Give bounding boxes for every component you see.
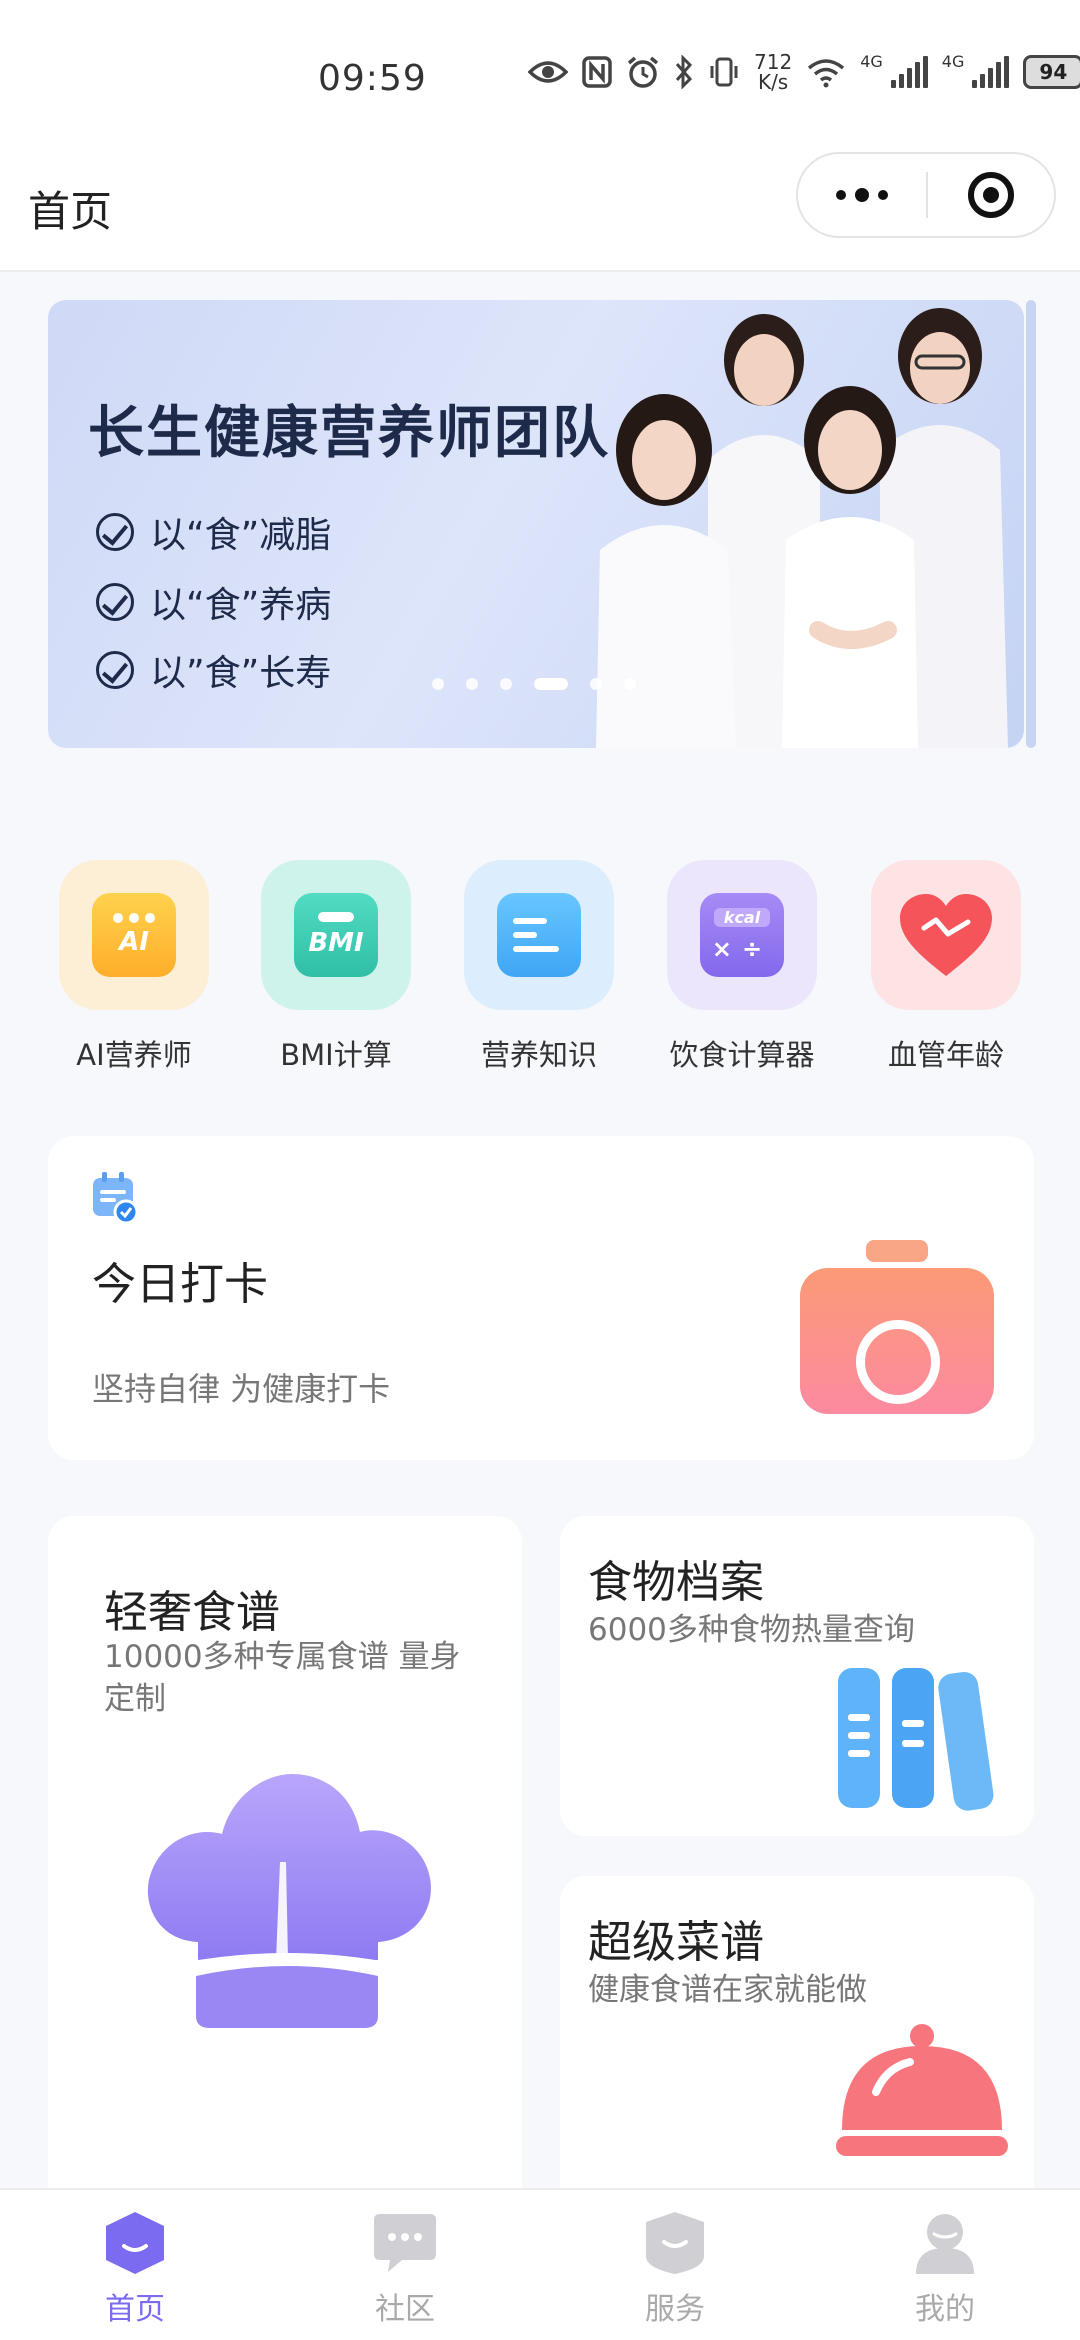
nfc-icon bbox=[582, 52, 612, 92]
battery-icon: 94 bbox=[1023, 55, 1080, 89]
quick-action-ai-nutritionist[interactable]: AI AI营养师 bbox=[44, 860, 224, 1074]
quick-action-bmi[interactable]: BMI BMI计算 bbox=[246, 860, 426, 1074]
ai-badge: AI bbox=[119, 927, 149, 957]
chat-icon bbox=[374, 2214, 436, 2272]
recipe-title: 轻奢食谱 bbox=[104, 1587, 280, 1638]
tab-label: 我的 bbox=[915, 2292, 975, 2327]
quick-action-nutrition-knowledge[interactable]: 营养知识 bbox=[449, 860, 629, 1074]
checkin-title: 今日打卡 bbox=[92, 1259, 268, 1310]
status-icons: 712 K/s 4G 4G 94 bbox=[528, 52, 1080, 92]
tab-label: 服务 bbox=[645, 2292, 705, 2327]
signal-icon bbox=[972, 56, 1010, 88]
super-recipe-subtitle: 健康食谱在家就能做 bbox=[588, 1972, 867, 2008]
quick-action-vascular-age[interactable]: 血管年龄 bbox=[856, 860, 1036, 1074]
ai-nutritionist-icon: AI bbox=[59, 860, 209, 1010]
chef-hat-icon bbox=[147, 1774, 431, 2028]
quick-action-label: 饮食计算器 bbox=[669, 1038, 815, 1072]
quick-action-label: AI营养师 bbox=[76, 1038, 192, 1072]
quick-action-label: 血管年龄 bbox=[887, 1038, 1004, 1072]
user-icon bbox=[916, 2214, 974, 2274]
network-type-label: 4G bbox=[860, 52, 883, 71]
tab-bar: 首页 社区 服务 我的 bbox=[0, 2188, 1080, 2340]
calendar-check-icon bbox=[93, 1172, 138, 1224]
quick-action-label: BMI计算 bbox=[280, 1038, 392, 1072]
alarm-icon bbox=[626, 52, 660, 92]
close-miniprogram-button[interactable] bbox=[928, 172, 1054, 218]
heart-icon bbox=[871, 860, 1021, 1010]
banner-line: 以”食”长寿 bbox=[96, 644, 331, 696]
banner-carousel[interactable]: 长生健康营养师团队 以“食”减脂 以“食”养病 以”食”长寿 bbox=[48, 300, 1024, 748]
quick-action-diet-calculator[interactable]: kcal ×÷ 饮食计算器 bbox=[652, 860, 832, 1074]
banner-line: 以“食”减脂 bbox=[96, 506, 331, 558]
recipe-subtitle: 10000多种专属食谱 量身定制 bbox=[104, 1639, 461, 1717]
check-circle-icon bbox=[96, 583, 134, 621]
banner-line: 以“食”养病 bbox=[96, 576, 331, 628]
books-icon bbox=[838, 1668, 994, 1811]
tab-label: 社区 bbox=[375, 2292, 435, 2327]
status-bar: 09:59 712 K/s 4G 4G 94 bbox=[0, 0, 1080, 150]
battery-level: 94 bbox=[1039, 60, 1068, 84]
nutritionist-team-photo bbox=[596, 308, 1008, 748]
calculator-icon: kcal ×÷ bbox=[667, 860, 817, 1010]
bmi-icon: BMI bbox=[261, 860, 411, 1010]
status-time: 09:59 bbox=[318, 58, 427, 99]
quick-action-label: 营养知识 bbox=[480, 1038, 597, 1072]
banner-title: 长生健康营养师团队 bbox=[88, 401, 610, 466]
kcal-badge: kcal bbox=[713, 907, 771, 927]
more-dot bbox=[855, 188, 869, 202]
bmi-badge: BMI bbox=[308, 928, 364, 958]
checkin-subtitle: 坚持自律 为健康打卡 bbox=[92, 1370, 391, 1408]
banner-line-text: 以”食”长寿 bbox=[150, 653, 332, 694]
food-archive-card[interactable]: 食物档案 6000多种食物热量查询 bbox=[560, 1516, 1034, 1836]
signal-icon bbox=[890, 56, 928, 88]
food-archive-subtitle: 6000多种食物热量查询 bbox=[588, 1612, 915, 1648]
network-type-label: 4G bbox=[941, 52, 965, 71]
page-title: 首页 bbox=[28, 187, 113, 236]
bluetooth-icon bbox=[674, 52, 694, 92]
tab-mine[interactable]: 我的 bbox=[810, 2190, 1080, 2340]
vibrate-icon bbox=[708, 52, 740, 92]
quick-actions: AI AI营养师 BMI BMI计算 营养知识 kcal ×÷ 饮食计算器 血管… bbox=[0, 860, 1080, 1080]
more-button[interactable] bbox=[798, 154, 926, 236]
carousel-dot bbox=[624, 678, 636, 690]
miniprogram-capsule bbox=[796, 152, 1056, 238]
next-banner-peek[interactable] bbox=[1026, 300, 1036, 748]
service-icon bbox=[646, 2212, 704, 2274]
camera-icon[interactable] bbox=[800, 1240, 994, 1418]
more-dot bbox=[878, 190, 888, 200]
food-cloche-icon bbox=[836, 2024, 1008, 2156]
super-recipe-card[interactable]: 超级菜谱 健康食谱在家就能做 bbox=[560, 1876, 1034, 2236]
carousel-dot bbox=[500, 678, 512, 690]
carousel-dot bbox=[466, 678, 478, 690]
carousel-indicator bbox=[432, 678, 636, 690]
carousel-dot bbox=[590, 678, 602, 690]
daily-checkin-card[interactable]: 今日打卡 坚持自律 为健康打卡 bbox=[48, 1136, 1034, 1460]
tab-label: 首页 bbox=[105, 2292, 165, 2327]
check-circle-icon bbox=[96, 513, 134, 551]
banner-line-text: 以“食”减脂 bbox=[150, 515, 332, 556]
tab-community[interactable]: 社区 bbox=[270, 2190, 540, 2340]
more-dot bbox=[836, 190, 846, 200]
carousel-dot bbox=[432, 678, 444, 690]
tab-service[interactable]: 服务 bbox=[540, 2190, 810, 2340]
network-speed-unit: K/s bbox=[757, 70, 789, 94]
network-speed-value: 712 bbox=[754, 50, 793, 74]
home-icon bbox=[106, 2212, 164, 2274]
luxury-recipe-card[interactable]: 轻奢食谱 10000多种专属食谱 量身定制 bbox=[48, 1516, 522, 2216]
eye-icon bbox=[528, 52, 568, 92]
wifi-icon bbox=[806, 52, 846, 92]
document-icon bbox=[464, 860, 614, 1010]
tab-home[interactable]: 首页 bbox=[0, 2190, 270, 2340]
network-speed: 712 K/s bbox=[754, 52, 792, 92]
check-circle-icon bbox=[96, 651, 134, 689]
food-archive-title: 食物档案 bbox=[588, 1557, 764, 1608]
nav-bar: 首页 bbox=[0, 150, 1080, 272]
banner-line-text: 以“食”养病 bbox=[150, 585, 332, 626]
target-icon bbox=[968, 172, 1014, 218]
carousel-dot-active bbox=[534, 678, 568, 690]
super-recipe-title: 超级菜谱 bbox=[588, 1917, 764, 1968]
